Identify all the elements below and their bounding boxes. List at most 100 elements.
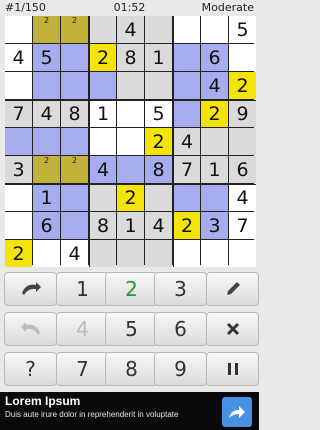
board-cell[interactable] (33, 128, 60, 155)
board-cell[interactable] (173, 100, 200, 127)
board-cell[interactable]: 2 (33, 156, 60, 183)
board-cell[interactable] (61, 72, 88, 99)
board-cell[interactable]: 8 (61, 100, 88, 127)
board-cell[interactable] (5, 212, 32, 239)
board-cell[interactable]: 5 (145, 100, 172, 127)
board-cell[interactable] (61, 184, 88, 211)
board-cell[interactable] (61, 128, 88, 155)
board-cell[interactable] (201, 128, 228, 155)
board-cell[interactable] (117, 128, 144, 155)
digit-7-button[interactable]: 7 (56, 352, 109, 386)
digit-1-button[interactable]: 1 (56, 272, 109, 306)
board-cell[interactable]: 1 (89, 100, 116, 127)
board-cell[interactable] (229, 240, 256, 267)
board-cell[interactable]: 1 (145, 44, 172, 71)
board-cell[interactable] (117, 100, 144, 127)
ad-open-button[interactable] (222, 397, 252, 427)
board-cell[interactable]: 4 (89, 156, 116, 183)
board-cell[interactable] (145, 16, 172, 43)
digit-3-button[interactable]: 3 (154, 272, 207, 306)
board-cell[interactable] (173, 44, 200, 71)
board-cell[interactable]: 4 (5, 44, 32, 71)
board-cell[interactable]: 4 (201, 72, 228, 99)
board-cell[interactable] (173, 16, 200, 43)
board-cell[interactable] (201, 184, 228, 211)
board-cell[interactable] (117, 72, 144, 99)
board-cell[interactable] (89, 240, 116, 267)
board-cell[interactable] (5, 16, 32, 43)
cell-note: 2 (71, 16, 78, 25)
board-cell[interactable]: 2 (173, 212, 200, 239)
board-cell[interactable]: 5 (229, 16, 256, 43)
board-cell[interactable]: 2 (33, 16, 60, 43)
board-cell[interactable] (33, 72, 60, 99)
digit-5-button[interactable]: 5 (105, 312, 158, 346)
hint-button[interactable]: ? (4, 352, 57, 386)
board-cell[interactable] (5, 72, 32, 99)
board-cell[interactable]: 4 (229, 184, 256, 211)
pause-button[interactable] (206, 352, 259, 386)
board-cell[interactable]: 6 (33, 212, 60, 239)
board-cell[interactable]: 7 (173, 156, 200, 183)
board-cell[interactable]: 7 (229, 212, 256, 239)
digit-4-button[interactable]: 4 (56, 312, 109, 346)
board-cell[interactable] (61, 212, 88, 239)
board-cell[interactable]: 7 (5, 100, 32, 127)
board-cell[interactable]: 1 (117, 212, 144, 239)
board-cell[interactable]: 9 (229, 100, 256, 127)
board-cell[interactable]: 4 (33, 100, 60, 127)
board-cell[interactable]: 2 (117, 184, 144, 211)
board-cell[interactable] (145, 240, 172, 267)
board-cell[interactable] (33, 240, 60, 267)
board-cell[interactable]: 1 (33, 184, 60, 211)
digit-6-button[interactable]: 6 (154, 312, 207, 346)
board-cell[interactable] (201, 16, 228, 43)
board-cell[interactable] (5, 128, 32, 155)
board-cell[interactable]: 2 (89, 44, 116, 71)
board-cell[interactable] (89, 16, 116, 43)
clear-button[interactable] (206, 312, 259, 346)
digit-9-button[interactable]: 9 (154, 352, 207, 386)
board-cell[interactable]: 4 (173, 128, 200, 155)
board-cell[interactable] (89, 184, 116, 211)
board-cell[interactable] (173, 184, 200, 211)
board-cell[interactable]: 2 (201, 100, 228, 127)
board-cell[interactable]: 8 (89, 212, 116, 239)
board-cell[interactable] (89, 72, 116, 99)
board-cell[interactable] (173, 240, 200, 267)
ad-banner[interactable]: Lorem Ipsum Duis aute irure dolor in rep… (0, 392, 259, 430)
board-cell[interactable]: 1 (201, 156, 228, 183)
board-cell[interactable] (229, 44, 256, 71)
board-cell[interactable]: 2 (61, 156, 88, 183)
board-cell[interactable]: 6 (229, 156, 256, 183)
board-cell[interactable]: 6 (201, 44, 228, 71)
board-cell[interactable]: 4 (145, 212, 172, 239)
redo-button[interactable] (4, 312, 57, 346)
board-cell[interactable] (89, 128, 116, 155)
board-cell[interactable]: 8 (117, 44, 144, 71)
board-cell[interactable] (173, 72, 200, 99)
board-cell[interactable] (117, 156, 144, 183)
undo-button[interactable] (4, 272, 57, 306)
board-cell[interactable] (5, 184, 32, 211)
cell-value: 4 (124, 18, 137, 41)
board-cell[interactable]: 4 (61, 240, 88, 267)
digit-8-button[interactable]: 8 (105, 352, 158, 386)
board-cell[interactable] (229, 128, 256, 155)
board-cell[interactable]: 2 (229, 72, 256, 99)
digit-2-button[interactable]: 2 (105, 272, 158, 306)
pencil-button[interactable] (206, 272, 259, 306)
board-cell[interactable]: 5 (33, 44, 60, 71)
board-cell[interactable]: 4 (117, 16, 144, 43)
board-cell[interactable] (201, 240, 228, 267)
board-cell[interactable]: 2 (5, 240, 32, 267)
board-cell[interactable] (145, 72, 172, 99)
board-cell[interactable]: 2 (61, 16, 88, 43)
board-cell[interactable] (117, 240, 144, 267)
board-cell[interactable]: 3 (201, 212, 228, 239)
board-cell[interactable] (145, 184, 172, 211)
board-cell[interactable] (61, 44, 88, 71)
board-cell[interactable]: 3 (5, 156, 32, 183)
board-cell[interactable]: 8 (145, 156, 172, 183)
board-cell[interactable]: 2 (145, 128, 172, 155)
